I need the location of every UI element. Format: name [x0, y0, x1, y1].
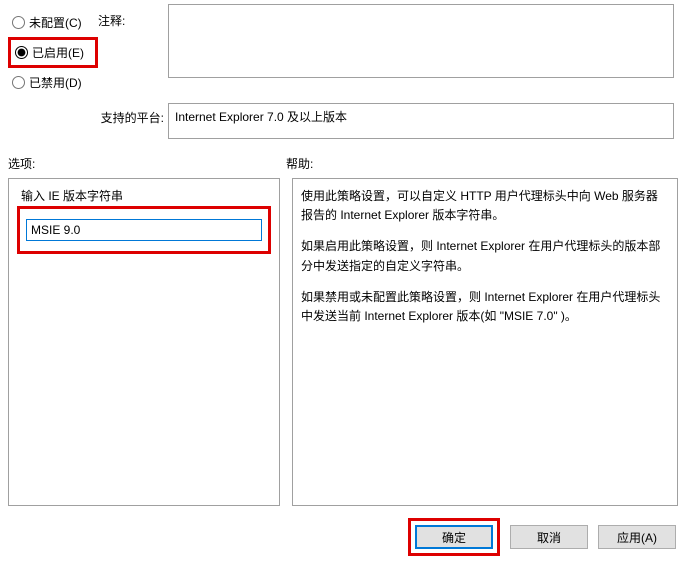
highlight-input: [17, 206, 271, 254]
highlight-ok: 确定: [408, 518, 500, 556]
platform-box: Internet Explorer 7.0 及以上版本: [168, 103, 674, 139]
platform-label: 支持的平台:: [8, 103, 168, 126]
ie-version-input[interactable]: [26, 219, 262, 241]
help-p3: 如果禁用或未配置此策略设置，则 Internet Explorer 在用户代理标…: [301, 288, 669, 326]
radio-enabled[interactable]: 已启用(E): [11, 40, 95, 65]
state-radio-group: 未配置(C) 已启用(E) 已禁用(D): [8, 4, 98, 97]
ie-version-field-label: 输入 IE 版本字符串: [17, 187, 271, 204]
help-panel: 使用此策略设置，可以自定义 HTTP 用户代理标头中向 Web 服务器报告的 I…: [292, 178, 678, 506]
radio-enabled-input[interactable]: [15, 46, 28, 59]
help-heading: 帮助:: [286, 155, 678, 172]
radio-enabled-label: 已启用(E): [32, 44, 84, 61]
comment-area: [168, 4, 674, 81]
help-p2: 如果启用此策略设置，则 Internet Explorer 在用户代理标头的版本…: [301, 237, 669, 275]
options-panel: 输入 IE 版本字符串: [8, 178, 280, 506]
apply-button[interactable]: 应用(A): [598, 525, 676, 549]
comment-textarea[interactable]: [168, 4, 674, 78]
dialog-buttons: 确定 取消 应用(A): [408, 518, 676, 556]
radio-disabled-input[interactable]: [12, 76, 25, 89]
comment-label: 注释:: [98, 4, 168, 29]
radio-not-configured[interactable]: 未配置(C): [8, 8, 98, 37]
highlight-enabled: 已启用(E): [8, 37, 98, 68]
radio-disabled[interactable]: 已禁用(D): [8, 68, 98, 97]
platform-text: Internet Explorer 7.0 及以上版本: [175, 110, 347, 124]
help-p1: 使用此策略设置，可以自定义 HTTP 用户代理标头中向 Web 服务器报告的 I…: [301, 187, 669, 225]
radio-disabled-label: 已禁用(D): [29, 74, 82, 91]
radio-not-configured-label: 未配置(C): [29, 14, 82, 31]
ok-button[interactable]: 确定: [415, 525, 493, 549]
options-heading: 选项:: [8, 155, 286, 172]
cancel-button[interactable]: 取消: [510, 525, 588, 549]
radio-not-configured-input[interactable]: [12, 16, 25, 29]
